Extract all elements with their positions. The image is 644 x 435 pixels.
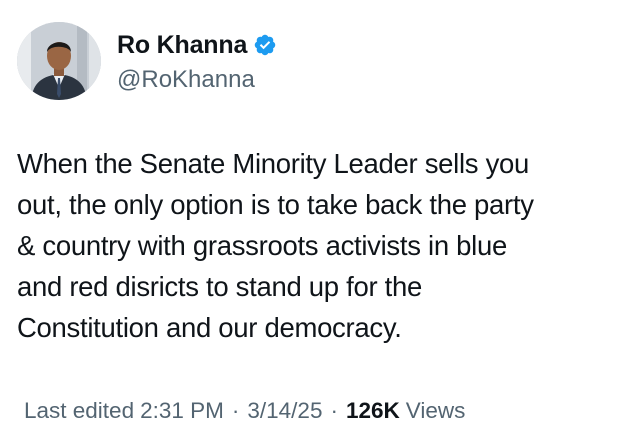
display-name[interactable]: Ro Khanna <box>117 31 247 60</box>
tweet-time[interactable]: 2:31 PM <box>140 398 224 424</box>
author-block: Ro Khanna @RoKhanna <box>117 30 277 94</box>
tweet-date[interactable]: 3/14/25 <box>247 398 322 424</box>
separator: · <box>231 398 240 423</box>
tweet-text: When the Senate Minority Leader sells yo… <box>17 148 534 343</box>
tweet-meta: Last edited 2:31 PM · 3/14/25 · 126K Vie… <box>24 398 465 424</box>
verified-badge-icon[interactable] <box>253 33 277 57</box>
handle[interactable]: @RoKhanna <box>117 66 277 94</box>
avatar[interactable] <box>17 22 101 100</box>
views-label: Views <box>405 398 466 423</box>
edited-label[interactable]: Last edited <box>24 398 134 424</box>
avatar-image <box>17 22 101 100</box>
name-row: Ro Khanna <box>117 30 277 60</box>
views-count[interactable]: 126K <box>346 398 400 424</box>
tweet-card: Ro Khanna @RoKhanna When the Senate Mino… <box>0 0 644 435</box>
separator: · <box>330 398 338 423</box>
